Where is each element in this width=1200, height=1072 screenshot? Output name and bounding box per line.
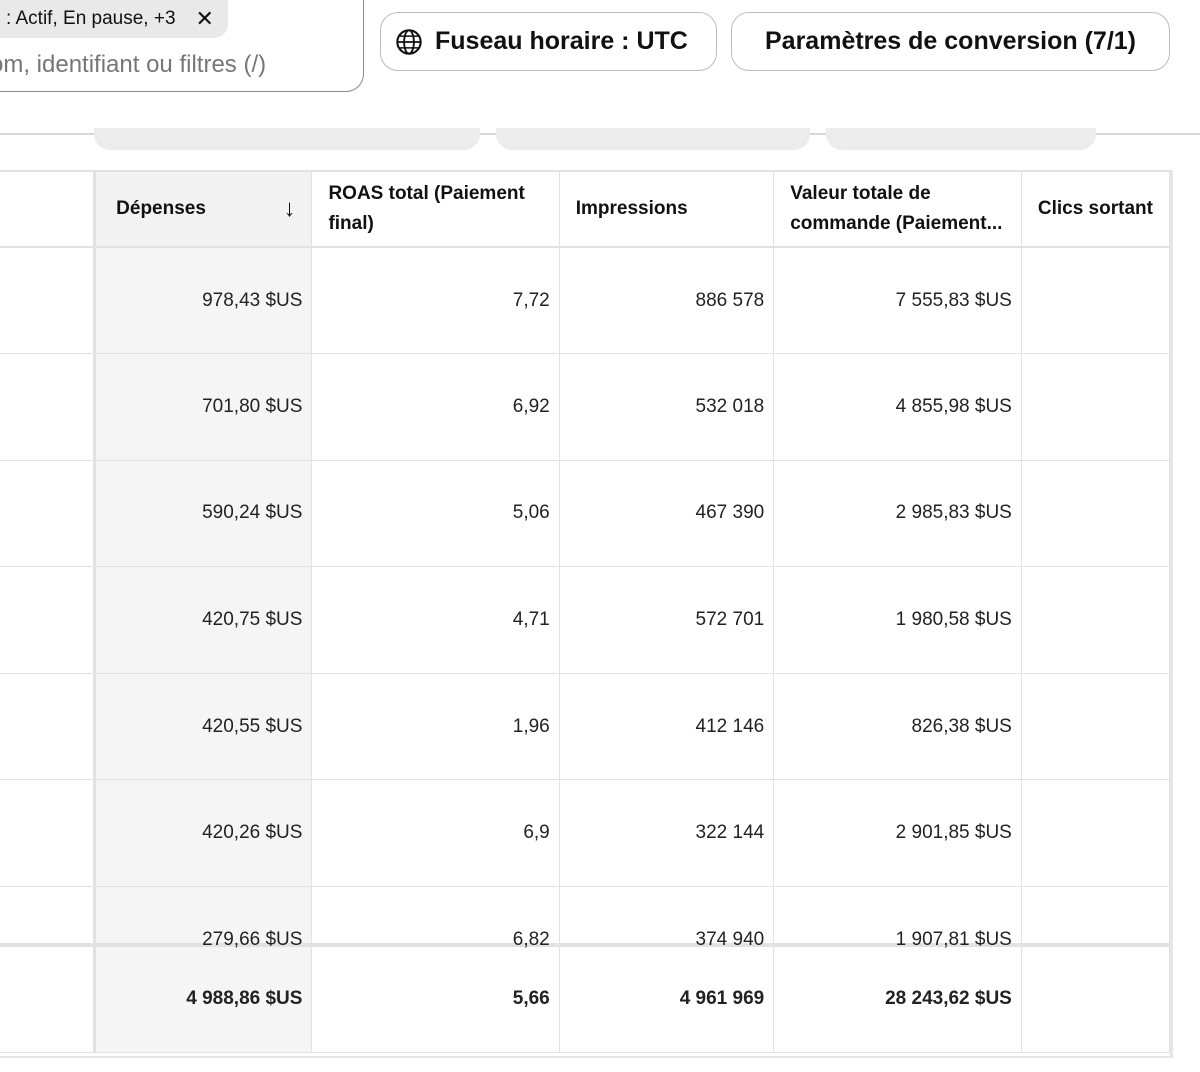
name-cell: [0, 779, 97, 888]
search-input[interactable]: [0, 48, 350, 82]
roas-cell: 6,82: [311, 886, 560, 950]
spend-cell: 420,26 $US: [94, 779, 313, 888]
conversion-settings-label: Paramètres de conversion (7/1): [765, 27, 1136, 55]
outbound-clicks-cell: [1021, 673, 1170, 781]
column-header-name: [0, 170, 97, 248]
order-value-cell: 1 980,58 $US: [773, 566, 1022, 674]
name-cell: [0, 566, 97, 674]
table-row[interactable]: 279,66 $US 6,82 374 940 1 907,81 $US: [0, 886, 1170, 950]
roas-cell: 1,96: [311, 673, 560, 781]
name-cell: [0, 886, 97, 946]
table-row[interactable]: 978,43 $US 7,72 886 578 7 555,83 $US: [0, 247, 1170, 355]
order-value-cell: 2 985,83 $US: [773, 460, 1022, 568]
cell-value: 374 940: [695, 928, 765, 950]
name-cell: [0, 353, 97, 461]
order-value-cell: 2 901,85 $US: [773, 779, 1022, 888]
total-order-value-cell: 28 243,62 $US: [773, 942, 1022, 1054]
total-spend-cell: 4 988,86 $US: [94, 942, 313, 1054]
column-header-label: Clics sortant: [1037, 198, 1153, 219]
name-cell: [0, 247, 97, 355]
table-row[interactable]: 420,75 $US 4,71 572 701 1 980,58 $US: [0, 566, 1170, 674]
report-table: Dépenses ↓ ROAS total (Paiement final) I…: [0, 170, 1170, 1054]
outbound-clicks-cell: [1021, 353, 1170, 461]
spend-cell: 420,75 $US: [94, 566, 313, 674]
status-filter-chip[interactable]: : Actif, En pause, +3 ✕: [0, 0, 228, 38]
ads-report-page: : Actif, En pause, +3 ✕ Fuseau horaire :…: [0, 0, 1200, 1072]
spend-cell: 590,24 $US: [94, 460, 313, 568]
spend-cell: 701,80 $US: [94, 353, 313, 461]
column-header-label: Dépenses: [116, 198, 206, 219]
impressions-cell: 886 578: [559, 247, 775, 355]
roas-cell: 7,72: [311, 247, 560, 355]
report-table-container[interactable]: Dépenses ↓ ROAS total (Paiement final) I…: [0, 170, 1173, 1058]
impressions-cell: 322 144: [559, 779, 775, 888]
cell-value: 1 907,81 $US: [895, 928, 1012, 950]
loading-tab-placeholder: [826, 128, 1096, 150]
cell-value: 279,66 $US: [202, 928, 303, 950]
column-header-label: Valeur totale de commande (Paiement...: [790, 183, 1003, 234]
column-header-spend[interactable]: Dépenses ↓: [94, 170, 313, 248]
spend-cell: 978,43 $US: [94, 247, 313, 355]
order-value-cell: 4 855,98 $US: [773, 353, 1022, 461]
table-row[interactable]: 420,26 $US 6,9 322 144 2 901,85 $US: [0, 779, 1170, 888]
column-header-roas[interactable]: ROAS total (Paiement final): [311, 170, 560, 248]
spend-cell: 420,55 $US: [94, 673, 313, 781]
order-value-cell: 826,38 $US: [773, 673, 1022, 781]
impressions-cell: 467 390: [559, 460, 775, 568]
table-row[interactable]: 590,24 $US 5,06 467 390 2 985,83 $US: [0, 460, 1170, 568]
loading-tab-placeholder: [94, 128, 480, 150]
outbound-clicks-cell: [1021, 886, 1170, 946]
timezone-label: Fuseau horaire : UTC: [435, 27, 688, 55]
roas-cell: 6,9: [311, 779, 560, 888]
roas-cell: 5,06: [311, 460, 560, 568]
table-row[interactable]: 701,80 $US 6,92 532 018 4 855,98 $US: [0, 353, 1170, 461]
sort-descending-icon[interactable]: ↓: [283, 194, 295, 224]
totals-label-cell: [0, 942, 97, 1054]
column-header-outbound-clicks[interactable]: Clics sortant: [1021, 170, 1170, 248]
impressions-cell: 572 701: [559, 566, 775, 674]
conversion-settings-button[interactable]: Paramètres de conversion (7/1): [731, 12, 1170, 71]
globe-icon: [396, 28, 422, 55]
impressions-cell: 374 940: [559, 886, 775, 950]
order-value-cell: 7 555,83 $US: [773, 247, 1022, 355]
impressions-cell: 412 146: [559, 673, 775, 781]
loading-tab-placeholder: [496, 128, 810, 150]
totals-row: 4 988,86 $US 5,66 4 961 969 28 243,62 $U…: [0, 942, 1170, 1054]
table-row[interactable]: 420,55 $US 1,96 412 146 826,38 $US: [0, 673, 1170, 781]
column-header-label: ROAS total (Paiement final): [328, 183, 525, 234]
roas-cell: 4,71: [311, 566, 560, 674]
timezone-button[interactable]: Fuseau horaire : UTC: [380, 12, 717, 71]
column-header-order-value[interactable]: Valeur totale de commande (Paiement...: [773, 170, 1022, 248]
close-icon[interactable]: ✕: [196, 8, 214, 30]
table-header-row: Dépenses ↓ ROAS total (Paiement final) I…: [0, 170, 1170, 248]
filter-chip-label: : Actif, En pause, +3: [6, 8, 176, 29]
total-outbound-clicks-cell: [1021, 942, 1170, 1054]
order-value-cell: 1 907,81 $US: [773, 886, 1022, 950]
outbound-clicks-cell: [1021, 779, 1170, 888]
column-header-label: Impressions: [575, 198, 688, 219]
outbound-clicks-cell: [1021, 460, 1170, 568]
name-cell: [0, 460, 97, 568]
total-roas-cell: 5,66: [311, 942, 560, 1054]
impressions-cell: 532 018: [559, 353, 775, 461]
name-cell: [0, 673, 97, 781]
outbound-clicks-cell: [1021, 247, 1170, 355]
roas-cell: 6,92: [311, 353, 560, 461]
spend-cell: 279,66 $US: [94, 886, 313, 950]
total-impressions-cell: 4 961 969: [559, 942, 775, 1054]
column-header-impressions[interactable]: Impressions: [559, 170, 775, 248]
cell-value: 6,82: [512, 928, 550, 950]
outbound-clicks-cell: [1021, 566, 1170, 674]
